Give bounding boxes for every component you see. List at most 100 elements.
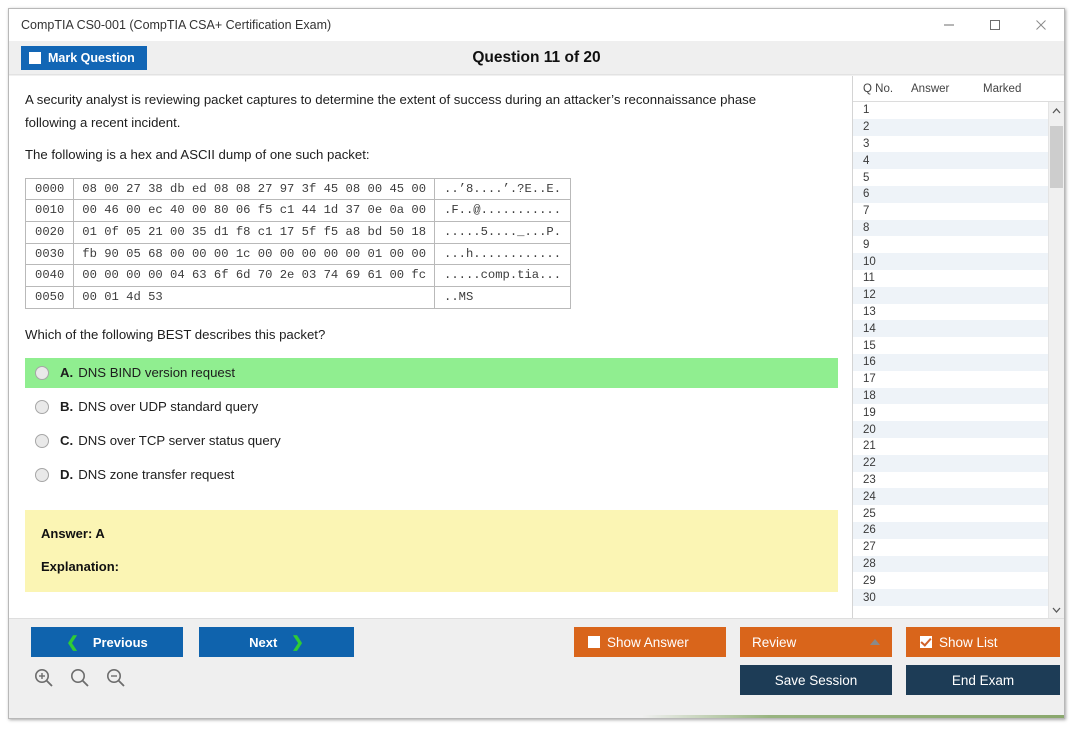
answer-label: Answer: A xyxy=(41,525,105,541)
question-list-row[interactable]: 27 xyxy=(853,538,1064,556)
mark-question-checkbox[interactable] xyxy=(29,51,41,64)
question-list-row[interactable]: 21 xyxy=(853,437,1064,455)
option-radio[interactable] xyxy=(35,399,49,414)
question-list-row[interactable]: 1 xyxy=(853,102,1064,119)
option-radio[interactable] xyxy=(35,467,49,482)
question-list-row[interactable]: 4 xyxy=(853,152,1064,170)
hex-dump-row: 0050 00 01 4d 53 ..MS xyxy=(24,285,572,309)
question-list-row[interactable]: 23 xyxy=(853,471,1064,489)
question-list-row[interactable]: 14 xyxy=(853,320,1064,338)
question-list-row[interactable]: 29 xyxy=(853,572,1064,590)
question-list-row[interactable]: 7 xyxy=(853,202,1064,220)
answer-option-c[interactable]: C. DNS over TCP server status query xyxy=(25,426,838,456)
question-list-row[interactable]: 24 xyxy=(853,488,1064,506)
row-question-number: 2 xyxy=(863,121,870,134)
show-answer-checkbox[interactable] xyxy=(588,636,600,648)
hex-offset: 0040 xyxy=(24,264,75,287)
question-list-row[interactable]: 8 xyxy=(853,219,1064,237)
exam-body: A security analyst is reviewing packet c… xyxy=(9,76,1064,618)
question-list-row[interactable]: 12 xyxy=(853,286,1064,304)
question-list-row[interactable]: 10 xyxy=(853,253,1064,270)
row-question-number: 5 xyxy=(863,171,870,184)
hex-bytes: 01 0f 05 21 00 35 d1 f8 c1 17 5f f5 a8 b… xyxy=(73,220,436,244)
show-list-button[interactable]: Show List xyxy=(906,627,1060,657)
question-list-row[interactable]: 3 xyxy=(853,135,1064,153)
question-list-header: Q No. Answer Marked xyxy=(853,76,1064,102)
next-label: Next xyxy=(249,634,278,650)
next-button[interactable]: Next ❯ xyxy=(199,627,354,657)
row-question-number: 23 xyxy=(863,473,876,486)
question-intro-line-1: A security analyst is reviewing packet c… xyxy=(25,92,757,107)
mark-question-button[interactable]: Mark Question xyxy=(21,45,147,70)
previous-button[interactable]: ❮ Previous xyxy=(31,627,183,657)
question-list-row[interactable]: 22 xyxy=(853,454,1064,472)
save-session-button[interactable]: Save Session xyxy=(740,665,892,695)
show-answer-button[interactable]: Show Answer xyxy=(574,627,726,657)
end-exam-button[interactable]: End Exam xyxy=(906,665,1060,695)
question-list-row[interactable]: 30 xyxy=(853,589,1064,606)
title-bar: CompTIA CS0-001 (CompTIA CSA+ Certificat… xyxy=(9,9,1064,41)
chevron-left-icon: ❮ xyxy=(66,634,79,651)
column-header-marked: Marked xyxy=(983,82,1022,95)
scrollbar-thumb[interactable] xyxy=(1050,126,1063,188)
minimize-icon[interactable] xyxy=(926,9,972,41)
hex-offset: 0010 xyxy=(24,199,75,222)
option-text: DNS over UDP standard query xyxy=(78,399,259,414)
row-question-number: 15 xyxy=(863,339,876,352)
question-list-row[interactable]: 28 xyxy=(853,555,1064,573)
hex-ascii: .F..@........... xyxy=(434,199,572,222)
explanation-label: Explanation: xyxy=(41,558,120,574)
answer-option-b[interactable]: B. DNS over UDP standard query xyxy=(25,392,838,422)
question-list-row[interactable]: 17 xyxy=(853,370,1064,388)
row-question-number: 17 xyxy=(863,373,876,386)
question-list-row[interactable]: 11 xyxy=(853,269,1064,287)
option-letter: D. xyxy=(60,467,74,482)
review-label: Review xyxy=(752,634,797,650)
hex-offset: 0030 xyxy=(24,242,75,266)
question-list-rows[interactable]: 1 2 3 4 5 6 7 8 9 10 11 12 13 14 15 16 17 18 19 20 21 22 23 24 2… xyxy=(853,102,1064,618)
question-list-row[interactable]: 19 xyxy=(853,404,1064,422)
scroll-down-icon[interactable] xyxy=(1049,601,1064,618)
question-list-row[interactable]: 6 xyxy=(853,185,1064,203)
row-question-number: 10 xyxy=(863,255,876,268)
show-list-checkbox[interactable] xyxy=(920,636,932,648)
hex-dump-row: 0020 01 0f 05 21 00 35 d1 f8 c1 17 5f f5 … xyxy=(24,220,572,244)
save-session-label: Save Session xyxy=(774,672,858,688)
question-list-row[interactable]: 2 xyxy=(853,118,1064,136)
hex-dump-table: 0000 08 00 27 38 db ed 08 08 27 97 3f 45 … xyxy=(24,177,572,309)
option-text: DNS over TCP server status query xyxy=(78,433,281,448)
question-list-row[interactable]: 26 xyxy=(853,521,1064,539)
hex-bytes: 00 00 00 00 04 63 6f 6d 70 2e 03 74 69 6… xyxy=(73,264,436,287)
hex-ascii: .....comp.tia... xyxy=(434,264,572,287)
zoom-out-icon[interactable] xyxy=(105,667,127,689)
question-pane: A security analyst is reviewing packet c… xyxy=(9,76,852,618)
question-list-row[interactable]: 18 xyxy=(853,387,1064,405)
zoom-reset-icon[interactable] xyxy=(69,667,91,689)
row-question-number: 28 xyxy=(863,557,876,570)
question-list-row[interactable]: 20 xyxy=(853,421,1064,438)
answer-option-a[interactable]: A. DNS BIND version request xyxy=(25,357,838,388)
previous-label: Previous xyxy=(92,634,148,650)
question-list-row[interactable]: 13 xyxy=(853,303,1064,321)
close-icon[interactable] xyxy=(1018,9,1064,41)
option-radio[interactable] xyxy=(35,365,49,380)
page-title: Question 11 of 20 xyxy=(472,48,601,66)
row-question-number: 13 xyxy=(863,305,876,318)
hex-bytes: fb 90 05 68 00 00 00 1c 00 00 00 00 00 0… xyxy=(73,242,436,266)
review-dropdown[interactable]: Review xyxy=(740,627,892,657)
question-list-row[interactable]: 9 xyxy=(853,236,1064,254)
zoom-controls xyxy=(33,667,127,689)
row-question-number: 29 xyxy=(863,574,876,587)
option-letter: B. xyxy=(60,399,74,414)
scroll-up-icon[interactable] xyxy=(1049,102,1064,119)
question-list-scrollbar[interactable] xyxy=(1048,102,1064,618)
question-list-row[interactable]: 15 xyxy=(853,337,1064,354)
question-list-row[interactable]: 16 xyxy=(853,353,1064,371)
maximize-icon[interactable] xyxy=(972,9,1018,41)
zoom-in-icon[interactable] xyxy=(33,667,55,689)
answer-option-d[interactable]: D. DNS zone transfer request xyxy=(25,460,838,490)
question-list-row[interactable]: 25 xyxy=(853,505,1064,522)
option-radio[interactable] xyxy=(35,433,49,448)
question-list-row[interactable]: 5 xyxy=(853,169,1064,186)
hex-bytes: 00 01 4d 53 xyxy=(73,285,436,309)
